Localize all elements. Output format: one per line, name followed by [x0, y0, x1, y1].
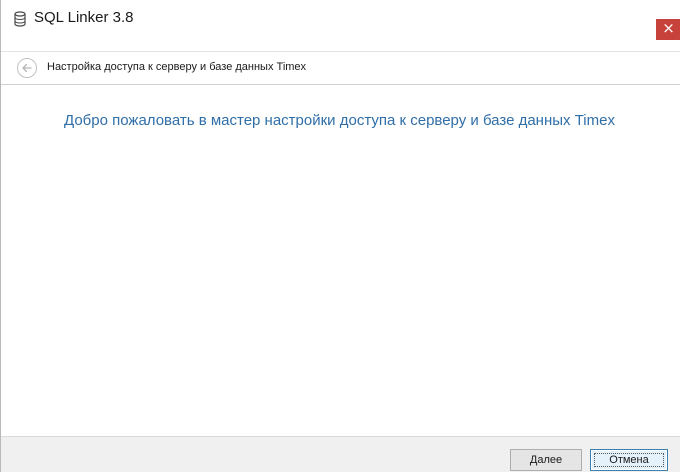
- wizard-header: Настройка доступа к серверу и базе данны…: [1, 51, 680, 85]
- close-button[interactable]: ×: [656, 19, 680, 40]
- wizard-window: SQL Linker 3.8 × Настройка доступа к сер…: [0, 0, 680, 472]
- wizard-page-title: Настройка доступа к серверу и базе данны…: [47, 61, 307, 73]
- wizard-content: Добро пожаловать в мастер настройки дост…: [1, 85, 680, 436]
- close-icon: ×: [662, 19, 675, 37]
- wizard-footer: Далее Отмена: [1, 436, 680, 472]
- cancel-button[interactable]: Отмена: [590, 449, 668, 471]
- focus-ring: [594, 453, 664, 467]
- next-button[interactable]: Далее: [510, 449, 582, 471]
- database-icon: [14, 11, 26, 27]
- welcome-heading: Добро пожаловать в мастер настройки дост…: [64, 112, 615, 129]
- back-arrow-icon: [22, 63, 32, 73]
- title-bar[interactable]: SQL Linker 3.8 ×: [1, 0, 680, 40]
- window-title: SQL Linker 3.8: [34, 9, 134, 26]
- back-button[interactable]: [17, 58, 37, 78]
